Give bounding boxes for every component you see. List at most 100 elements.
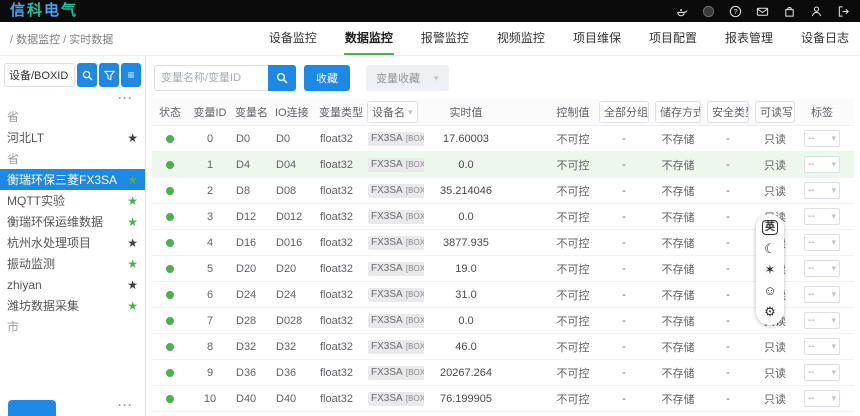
device-box-label: [BOX1] bbox=[406, 316, 424, 325]
gear-icon[interactable]: ⚙ bbox=[764, 304, 776, 319]
sidebar-item[interactable]: 省 bbox=[0, 148, 145, 169]
sidebar-item[interactable]: zhiyan★ bbox=[0, 274, 145, 295]
tag-select[interactable]: --▾ bbox=[804, 130, 840, 147]
user-icon[interactable] bbox=[809, 4, 823, 18]
group-cell: - bbox=[596, 211, 652, 223]
var-type-cell: float32 bbox=[316, 159, 364, 171]
variable-search-button[interactable] bbox=[268, 65, 296, 91]
tag-select[interactable]: --▾ bbox=[804, 182, 840, 199]
stars-icon[interactable]: ✶ bbox=[765, 262, 776, 277]
tab-报警监控[interactable]: 报警监控 bbox=[420, 22, 470, 55]
moon-icon[interactable]: ☾ bbox=[764, 241, 776, 256]
sidebar-more-icon[interactable]: ··· bbox=[0, 91, 145, 106]
table-row[interactable]: 0D0D0float32FX3SA [BOX1]17.60003不可控-不存储-… bbox=[152, 126, 854, 152]
help-icon[interactable]: ? bbox=[728, 4, 742, 18]
device-search-input[interactable] bbox=[4, 63, 75, 87]
sidebar-action-button[interactable] bbox=[8, 400, 56, 416]
language-icon[interactable]: 英 bbox=[762, 220, 778, 235]
rw-filter-select[interactable]: 可读写 ▾ bbox=[755, 101, 795, 123]
tag-select[interactable]: --▾ bbox=[804, 364, 840, 381]
variables-table: 状态 变量ID 变量名 IO连接 变量类型 设备名 ▾ 实时值 控制值 全部分组 bbox=[152, 99, 854, 416]
favorite-star-icon[interactable]: ★ bbox=[127, 237, 138, 249]
table-row[interactable]: 7D28D028float32FX3SA [BOX1]0.0不可控-不存储-只读… bbox=[152, 308, 854, 334]
security-cell: - bbox=[704, 289, 752, 301]
mail-icon[interactable] bbox=[755, 4, 769, 18]
col-var-id: 变量ID bbox=[188, 104, 232, 120]
tab-报表管理[interactable]: 报表管理 bbox=[724, 22, 774, 55]
table-row[interactable]: 1D4D04float32FX3SA [BOX1]0.0不可控-不存储-只读--… bbox=[152, 152, 854, 178]
favorite-select[interactable]: 变量收藏 ▾ bbox=[366, 65, 449, 91]
tag-select[interactable]: --▾ bbox=[804, 390, 840, 407]
tag-select[interactable]: --▾ bbox=[804, 156, 840, 173]
tab-项目维保[interactable]: 项目维保 bbox=[572, 22, 622, 55]
storage-cell: 不存储 bbox=[652, 209, 704, 225]
tab-数据监控[interactable]: 数据监控 bbox=[344, 22, 394, 55]
storage-filter-select[interactable]: 储存方式 ▾ bbox=[655, 101, 701, 123]
tab-设备日志[interactable]: 设备日志 bbox=[800, 22, 850, 55]
control-cell: 不可控 bbox=[550, 339, 596, 355]
variable-search-input[interactable] bbox=[154, 65, 268, 91]
group-filter-select[interactable]: 全部分组 ▾ bbox=[599, 101, 649, 123]
status-cell bbox=[152, 135, 188, 143]
table-row[interactable]: 2D8D08float32FX3SA [BOX1]35.214046不可控-不存… bbox=[152, 178, 854, 204]
tab-视频监控[interactable]: 视频监控 bbox=[496, 22, 546, 55]
tag-cell: --▾ bbox=[798, 286, 846, 303]
logout-icon[interactable] bbox=[836, 4, 850, 18]
favorite-star-icon[interactable]: ★ bbox=[127, 174, 138, 186]
table-row[interactable]: 9D36D36float32FX3SA [BOX1]20267.264不可控-不… bbox=[152, 360, 854, 386]
security-cell: - bbox=[704, 237, 752, 249]
security-filter-select[interactable]: 安全类型 ▾ bbox=[707, 101, 749, 123]
security-cell: - bbox=[704, 393, 752, 405]
tag-select[interactable]: --▾ bbox=[804, 286, 840, 303]
security-cell: - bbox=[704, 185, 752, 197]
col-io: IO连接 bbox=[272, 104, 316, 120]
sidebar-filter-button[interactable] bbox=[99, 63, 119, 87]
storage-filter-label: 储存方式 bbox=[660, 104, 701, 120]
sidebar-item[interactable]: 杭州水处理项目★ bbox=[0, 232, 145, 253]
sidebar-item[interactable]: 市 bbox=[0, 316, 145, 337]
sidebar-search-button[interactable] bbox=[77, 63, 97, 87]
sidebar-item[interactable]: 河北LT★ bbox=[0, 127, 145, 148]
tab-设备监控[interactable]: 设备监控 bbox=[268, 22, 318, 55]
io-cell: D0 bbox=[272, 133, 316, 145]
table-row[interactable]: 8D32D32float32FX3SA [BOX1]46.0不可控-不存储-只读… bbox=[152, 334, 854, 360]
favorite-star-icon[interactable]: ★ bbox=[127, 195, 138, 207]
magic-lamp-icon[interactable] bbox=[674, 4, 688, 18]
table-row[interactable]: 4D16D016float32FX3SA [BOX1]3877.935不可控-不… bbox=[152, 230, 854, 256]
tag-select[interactable]: --▾ bbox=[804, 208, 840, 225]
device-filter-select[interactable]: 设备名 ▾ bbox=[367, 101, 418, 123]
sidebar-item[interactable]: 振动监测★ bbox=[0, 253, 145, 274]
sidebar-item[interactable]: 省 bbox=[0, 106, 145, 127]
smiley-icon[interactable]: ☺ bbox=[763, 283, 776, 298]
chevron-down-icon: ▾ bbox=[831, 290, 836, 299]
var-name-cell: D40 bbox=[232, 393, 272, 405]
table-row[interactable]: 5D20D20float32FX3SA [BOX1]19.0不可控-不存储-只读… bbox=[152, 256, 854, 282]
tag-select[interactable]: --▾ bbox=[804, 234, 840, 251]
favorite-star-icon[interactable]: ★ bbox=[127, 216, 138, 228]
sidebar-item[interactable]: 衡瑞环保三菱FX3SA★ bbox=[0, 169, 145, 190]
sidebar-menu-button[interactable]: ≡ bbox=[121, 63, 141, 87]
tag-value: -- bbox=[808, 159, 815, 170]
favorite-star-icon[interactable]: ★ bbox=[127, 279, 138, 291]
theme-circle-icon[interactable] bbox=[701, 4, 715, 18]
var-id-cell: 0 bbox=[188, 133, 232, 145]
sidebar-item[interactable]: 潍坊数据采集★ bbox=[0, 295, 145, 316]
chevron-down-icon: ▾ bbox=[831, 238, 836, 247]
table-row[interactable]: 10D40D40float32FX3SA [BOX1]76.199905不可控-… bbox=[152, 386, 854, 412]
tag-select[interactable]: --▾ bbox=[804, 312, 840, 329]
var-id-cell: 1 bbox=[188, 159, 232, 171]
table-row[interactable]: 3D12D012float32FX3SA [BOX1]0.0不可控-不存储-只读… bbox=[152, 204, 854, 230]
device-box-label: [BOX1] bbox=[406, 212, 424, 221]
tab-项目配置[interactable]: 项目配置 bbox=[648, 22, 698, 55]
favorite-star-icon[interactable]: ★ bbox=[127, 300, 138, 312]
favorite-button[interactable]: 收藏 bbox=[304, 65, 350, 91]
bag-icon[interactable] bbox=[782, 4, 796, 18]
favorite-star-icon[interactable]: ★ bbox=[127, 132, 138, 144]
tag-select[interactable]: --▾ bbox=[804, 260, 840, 277]
sidebar-item[interactable]: MQTT实验★ bbox=[0, 190, 145, 211]
realtime-value-cell: 19.0 bbox=[424, 263, 508, 275]
table-row[interactable]: 6D24D24float32FX3SA [BOX1]31.0不可控-不存储-只读… bbox=[152, 282, 854, 308]
favorite-star-icon[interactable]: ★ bbox=[127, 258, 138, 270]
sidebar-item[interactable]: 衡瑞环保运维数据★ bbox=[0, 211, 145, 232]
tag-select[interactable]: --▾ bbox=[804, 338, 840, 355]
